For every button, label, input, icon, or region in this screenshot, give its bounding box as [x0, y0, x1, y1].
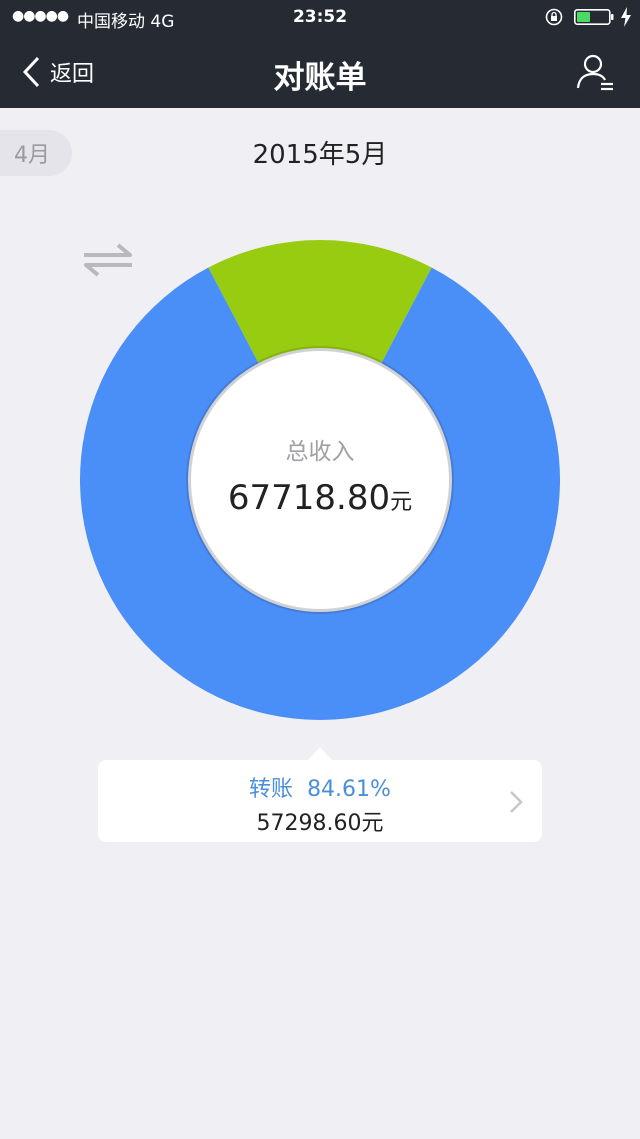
total-income-label: 总收入: [285, 439, 355, 465]
selected-category-card[interactable]: 转账 84.61% 57298.60元: [98, 747, 542, 842]
current-month-title: 2015年5月: [252, 140, 388, 170]
total-income-unit: 元: [390, 490, 413, 515]
status-time: 23:52: [292, 7, 348, 27]
top-bar: ●●●●● 中国移动 4G 23:52 返回 对账单: [0, 0, 640, 108]
category-name: 转账: [249, 777, 294, 802]
category-percent: 84.61%: [307, 777, 391, 802]
lock-rotation-icon: [545, 8, 563, 26]
swap-arrows-icon[interactable]: [80, 240, 136, 280]
total-income-amount: 67718.80元: [80, 478, 560, 518]
navigation-bar: 返回 对账单: [0, 36, 640, 108]
card-pointer: [307, 747, 333, 761]
charging-bolt-icon: [621, 7, 631, 27]
page-title: 对账单: [273, 60, 367, 96]
total-income-value: 67718.80: [227, 478, 391, 518]
battery-icon: [574, 9, 614, 25]
status-bar: ●●●●● 中国移动 4G 23:52: [0, 0, 640, 36]
chevron-right-icon: [510, 791, 523, 813]
category-line: 转账 84.61%: [98, 771, 542, 803]
category-amount: 57298.60元: [256, 811, 384, 836]
user-icon[interactable]: [575, 52, 615, 92]
income-donut-chart: 总收入 67718.80元: [80, 240, 560, 720]
